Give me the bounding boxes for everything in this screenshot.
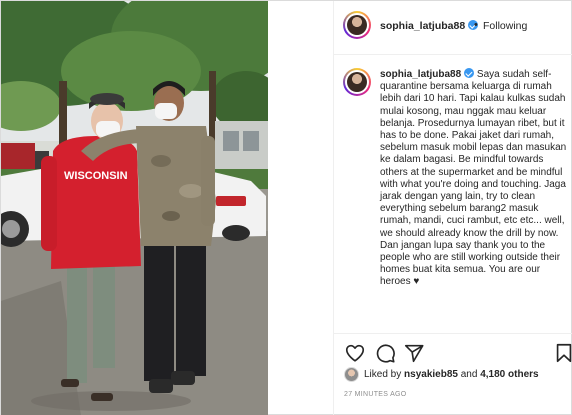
header-separator: • xyxy=(474,19,478,31)
comment-icon xyxy=(376,344,395,363)
save-button[interactable] xyxy=(553,342,572,364)
share-button[interactable] xyxy=(403,342,425,364)
author-avatar[interactable] xyxy=(343,11,371,39)
hoodie-text: WISCONSIN xyxy=(64,170,128,182)
following-button[interactable]: Following xyxy=(483,20,527,32)
caption-verified-badge-icon xyxy=(464,68,475,78)
like-button[interactable] xyxy=(344,342,366,364)
post-timestamp[interactable]: 27 MINUTES AGO xyxy=(344,391,407,398)
instagram-post: WISCONSIN sophia_latjuba88 • Following s… xyxy=(0,0,572,415)
post-photo[interactable]: WISCONSIN xyxy=(1,1,268,415)
caption-body: Saya sudah self-quarantine bersama kelua… xyxy=(380,69,567,288)
liker-username[interactable]: nsyakieb85 xyxy=(404,369,458,380)
bookmark-icon xyxy=(556,343,572,363)
post-side-panel: sophia_latjuba88 • Following sophia_latj… xyxy=(334,1,572,415)
photo-scene: WISCONSIN xyxy=(1,1,268,415)
caption-author-avatar[interactable] xyxy=(343,68,371,96)
heart-outline-icon xyxy=(345,344,365,362)
likes-summary: Liked by nsyakieb85 and 4,180 others xyxy=(344,367,569,385)
caption-username[interactable]: sophia_latjuba88 xyxy=(380,69,461,80)
liker-avatar[interactable] xyxy=(344,367,359,382)
paper-plane-icon xyxy=(404,344,424,363)
post-header: sophia_latjuba88 • Following xyxy=(334,1,572,55)
liked-by-text: Liked by nsyakieb85 and 4,180 others xyxy=(364,369,539,380)
post-caption: sophia_latjuba88 Saya sudah self-quarant… xyxy=(334,56,572,327)
caption-text: sophia_latjuba88 Saya sudah self-quarant… xyxy=(380,68,571,289)
likes-count[interactable]: 4,180 others xyxy=(480,369,538,380)
comment-button[interactable] xyxy=(374,342,396,364)
author-username[interactable]: sophia_latjuba88 xyxy=(380,20,479,32)
